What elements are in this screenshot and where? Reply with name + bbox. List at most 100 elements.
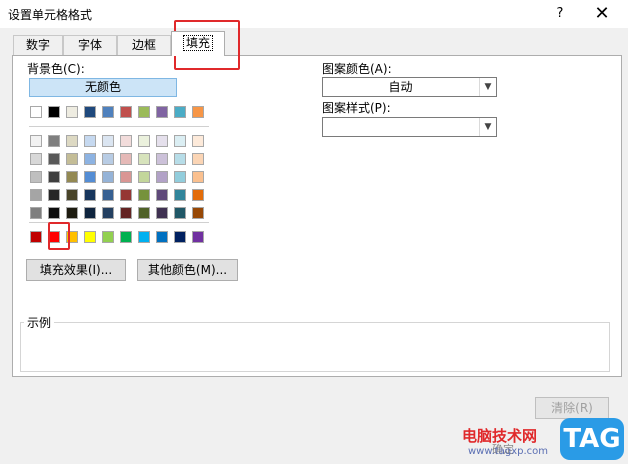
dialog-title: 设置单元格格式 [8, 8, 93, 22]
tab-number[interactable]: 数字 [13, 35, 63, 55]
tint-color-swatch[interactable] [84, 171, 96, 183]
tint-color-swatch[interactable] [66, 135, 78, 147]
tint-color-swatch[interactable] [156, 171, 168, 183]
separator [29, 126, 209, 127]
tint-color-swatch[interactable] [30, 171, 42, 183]
tint-color-swatch[interactable] [48, 135, 60, 147]
standard-color-swatch[interactable] [84, 231, 96, 243]
theme-color-swatch[interactable] [138, 106, 150, 118]
tint-color-swatch[interactable] [102, 135, 114, 147]
tint-color-swatch[interactable] [48, 189, 60, 201]
tint-color-swatch[interactable] [66, 171, 78, 183]
theme-color-swatch[interactable] [192, 106, 204, 118]
more-colors-button[interactable]: 其他颜色(M)... [137, 259, 238, 281]
standard-color-row [30, 231, 210, 245]
separator [29, 222, 209, 223]
theme-tint-grid [30, 135, 210, 219]
tab-fill[interactable]: 填充 [171, 31, 225, 56]
theme-color-swatch[interactable] [120, 106, 132, 118]
tint-color-swatch[interactable] [192, 153, 204, 165]
chevron-down-icon: ▼ [479, 78, 496, 96]
pattern-color-select[interactable]: 自动 ▼ [322, 77, 497, 97]
tint-color-swatch[interactable] [120, 171, 132, 183]
theme-color-swatch[interactable] [48, 106, 60, 118]
standard-color-swatch[interactable] [174, 231, 186, 243]
tint-color-swatch[interactable] [102, 207, 114, 219]
background-color-label: 背景色(C): [27, 62, 85, 76]
tint-color-swatch[interactable] [48, 153, 60, 165]
tint-color-swatch[interactable] [174, 189, 186, 201]
tint-color-swatch[interactable] [30, 189, 42, 201]
tint-color-swatch[interactable] [120, 189, 132, 201]
tint-color-swatch[interactable] [48, 207, 60, 219]
tint-color-swatch[interactable] [138, 189, 150, 201]
tint-color-swatch[interactable] [156, 153, 168, 165]
tint-color-swatch[interactable] [102, 189, 114, 201]
tint-color-swatch[interactable] [30, 135, 42, 147]
tint-color-swatch[interactable] [192, 171, 204, 183]
tint-color-swatch[interactable] [30, 153, 42, 165]
title-bar [0, 0, 628, 28]
tint-color-swatch[interactable] [156, 207, 168, 219]
tint-color-swatch[interactable] [156, 135, 168, 147]
tint-color-swatch[interactable] [174, 153, 186, 165]
tint-color-swatch[interactable] [138, 153, 150, 165]
tint-color-swatch[interactable] [174, 135, 186, 147]
tint-color-swatch[interactable] [66, 153, 78, 165]
clear-button[interactable]: 清除(R) [535, 397, 609, 419]
tint-color-swatch[interactable] [48, 171, 60, 183]
standard-color-swatch[interactable] [138, 231, 150, 243]
theme-color-swatch[interactable] [66, 106, 78, 118]
standard-color-swatch[interactable] [30, 231, 42, 243]
tint-color-swatch[interactable] [192, 207, 204, 219]
help-button[interactable]: ? [550, 4, 570, 24]
tint-color-swatch[interactable] [138, 171, 150, 183]
fill-effects-button[interactable]: 填充效果(I)... [26, 259, 126, 281]
tint-color-swatch[interactable] [84, 153, 96, 165]
tint-color-swatch[interactable] [102, 153, 114, 165]
pattern-color-label: 图案颜色(A): [322, 62, 392, 76]
chevron-down-icon: ▼ [479, 118, 496, 136]
standard-color-swatch[interactable] [192, 231, 204, 243]
tint-color-swatch[interactable] [66, 189, 78, 201]
tab-fill-label: 填充 [182, 35, 214, 51]
theme-color-row [30, 106, 210, 120]
tint-color-swatch[interactable] [84, 189, 96, 201]
tab-font[interactable]: 字体 [63, 35, 117, 55]
tint-color-swatch[interactable] [30, 207, 42, 219]
pattern-style-select[interactable]: ▼ [322, 117, 497, 137]
tint-color-swatch[interactable] [174, 171, 186, 183]
theme-color-swatch[interactable] [156, 106, 168, 118]
tab-border[interactable]: 边框 [117, 35, 171, 55]
example-label: 示例 [24, 314, 55, 331]
theme-color-swatch[interactable] [174, 106, 186, 118]
standard-color-swatch[interactable] [48, 231, 60, 243]
tint-color-swatch[interactable] [156, 189, 168, 201]
tab-number-label: 数字 [25, 38, 50, 52]
theme-color-swatch[interactable] [84, 106, 96, 118]
close-button[interactable]: ✕ [592, 4, 612, 24]
example-preview [20, 322, 610, 372]
tint-color-swatch[interactable] [138, 207, 150, 219]
pattern-style-value [323, 118, 478, 136]
no-color-button[interactable]: 无颜色 [29, 78, 177, 97]
tint-color-swatch[interactable] [102, 171, 114, 183]
watermark-url: www.tagxp.com [468, 446, 548, 457]
tag-logo: TAG [560, 418, 624, 460]
tint-color-swatch[interactable] [120, 153, 132, 165]
tint-color-swatch[interactable] [120, 207, 132, 219]
tint-color-swatch[interactable] [192, 189, 204, 201]
theme-color-swatch[interactable] [102, 106, 114, 118]
tint-color-swatch[interactable] [120, 135, 132, 147]
tint-color-swatch[interactable] [84, 207, 96, 219]
tint-color-swatch[interactable] [138, 135, 150, 147]
standard-color-swatch[interactable] [102, 231, 114, 243]
standard-color-swatch[interactable] [156, 231, 168, 243]
tint-color-swatch[interactable] [174, 207, 186, 219]
tint-color-swatch[interactable] [84, 135, 96, 147]
standard-color-swatch[interactable] [120, 231, 132, 243]
standard-color-swatch[interactable] [66, 231, 78, 243]
theme-color-swatch[interactable] [30, 106, 42, 118]
tint-color-swatch[interactable] [192, 135, 204, 147]
tint-color-swatch[interactable] [66, 207, 78, 219]
